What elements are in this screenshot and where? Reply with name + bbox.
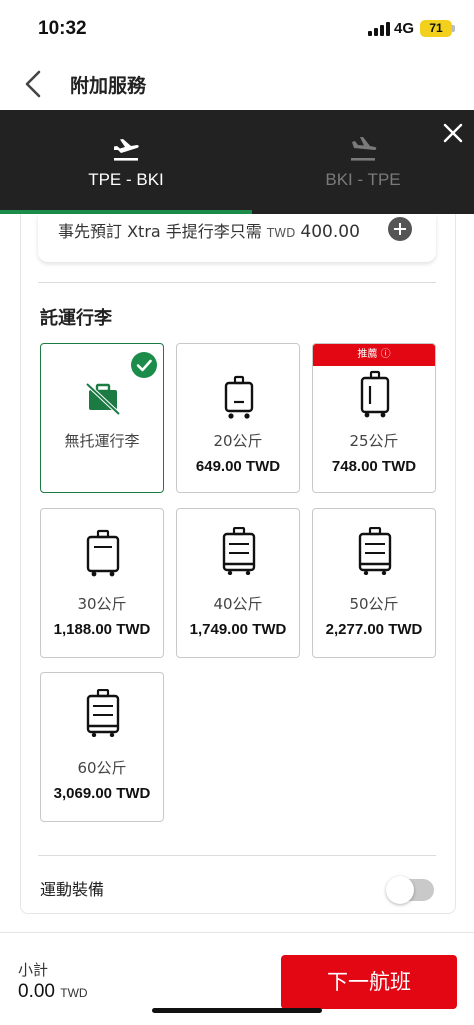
luggage-icon: [224, 375, 254, 419]
battery-icon: 71: [420, 20, 452, 37]
baggage-price: 1,749.00 TWD: [189, 621, 287, 638]
next-flight-button[interactable]: 下一航班: [281, 955, 457, 1009]
divider: [38, 855, 436, 856]
luggage-icon: [86, 689, 120, 737]
baggage-price: 1,188.00 TWD: [53, 621, 151, 638]
luggage-icon: [86, 529, 120, 577]
toggle-knob: [386, 876, 414, 904]
baggage-option-40kg[interactable]: 40公斤 1,749.00 TWD: [176, 508, 300, 658]
subtotal-currency: TWD: [60, 986, 88, 1000]
tab-label: BKI - TPE: [325, 170, 401, 189]
baggage-weight: 無托運行李: [64, 432, 140, 450]
baggage-option-25kg[interactable]: 推薦 ⓘ 25公斤 748.00 TWD: [312, 343, 436, 493]
check-icon: [131, 352, 157, 378]
baggage-option-none[interactable]: 無托運行李: [40, 343, 164, 493]
battery-tip: [452, 25, 455, 32]
close-icon: [443, 123, 463, 143]
divider: [38, 282, 436, 283]
xtra-price: 400.00: [300, 222, 360, 242]
xtra-offer-label: 事先預訂 Xtra 手提行李只需: [58, 222, 262, 241]
no-luggage-icon: [85, 382, 121, 416]
status-time: 10:32: [38, 18, 87, 39]
signal-icon: [368, 22, 390, 36]
tab-label: TPE - BKI: [88, 170, 164, 189]
plane-departure-icon: [114, 139, 139, 161]
subtotal-label: 小計: [18, 961, 49, 979]
xtra-currency: TWD: [266, 226, 296, 240]
baggage-option-50kg[interactable]: 50公斤 2,277.00 TWD: [312, 508, 436, 658]
baggage-price: 748.00 TWD: [331, 458, 417, 475]
close-button[interactable]: [438, 118, 468, 148]
baggage-weight: 30公斤: [77, 595, 127, 613]
sports-equipment-toggle[interactable]: [386, 876, 434, 904]
baggage-option-30kg[interactable]: 30公斤 1,188.00 TWD: [40, 508, 164, 658]
plane-arrival-icon: [351, 137, 377, 161]
subtotal-amount: 0.00: [18, 981, 55, 1002]
luggage-icon: [360, 370, 390, 418]
baggage-price: 2,277.00 TWD: [325, 621, 423, 638]
baggage-option-20kg[interactable]: 20公斤 649.00 TWD: [176, 343, 300, 493]
baggage-weight: 50公斤: [349, 595, 399, 613]
page-title: 附加服務: [70, 75, 147, 97]
home-indicator: [152, 1008, 322, 1013]
baggage-weight: 25公斤: [349, 432, 399, 450]
xtra-offer-text: 事先預訂 Xtra 手提行李只需 TWD 400.00: [58, 218, 360, 242]
network-type: 4G: [394, 20, 415, 37]
plus-circle-icon[interactable]: [388, 217, 412, 241]
luggage-icon: [222, 527, 256, 575]
chevron-left-icon: [25, 70, 41, 98]
baggage-weight: 20公斤: [213, 432, 263, 450]
baggage-weight: 60公斤: [77, 759, 127, 777]
status-bar: 10:32 4G 71: [0, 0, 474, 58]
section-title-checked-baggage: 託運行李: [40, 308, 112, 329]
back-button[interactable]: [18, 68, 50, 100]
baggage-option-60kg[interactable]: 60公斤 3,069.00 TWD: [40, 672, 164, 822]
header: 附加服務: [0, 58, 474, 110]
subtotal-value: 0.00 TWD: [18, 981, 88, 1003]
baggage-price: 649.00 TWD: [195, 458, 281, 475]
recommended-badge: 推薦 ⓘ: [313, 344, 435, 366]
baggage-weight: 40公斤: [213, 595, 263, 613]
tab-tpe-bki[interactable]: TPE - BKI: [0, 110, 252, 214]
baggage-price: 3,069.00 TWD: [53, 785, 151, 802]
xtra-carry-on-offer: 事先預訂 Xtra 手提行李只需 TWD 400.00: [38, 214, 436, 262]
sports-equipment-label: 運動裝備: [40, 880, 105, 899]
luggage-icon: [358, 527, 392, 575]
